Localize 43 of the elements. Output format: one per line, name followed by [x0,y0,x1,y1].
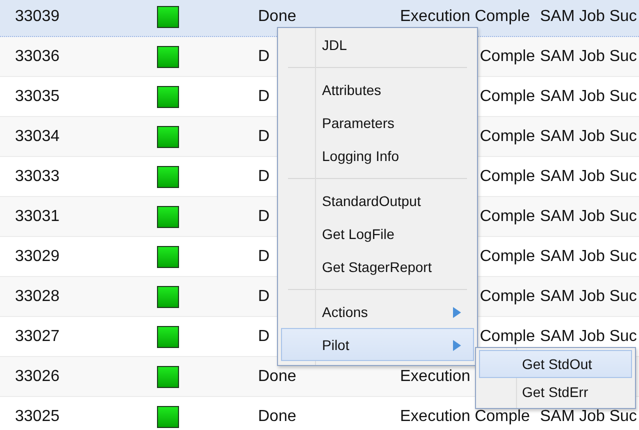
table-cell: SAM Job Suc [540,408,637,426]
table-cell: Execution [400,368,470,386]
table-cell: 33025 [15,408,60,426]
table-cell: D [258,328,270,346]
table-cell: 33036 [15,48,60,66]
table-cell: SAM Job Suc [540,328,637,346]
table-cell: Execution Comple [400,408,530,426]
table-cell: SAM Job Suc [540,208,637,226]
table-cell: 33029 [15,248,60,266]
table-cell: 33028 [15,288,60,306]
table-cell: D [258,128,270,146]
table-cell: Done [258,408,296,426]
table-cell: D [258,168,270,186]
table-cell: SAM Job Suc [540,128,637,146]
table-cell: Comple [480,48,535,66]
table-cell: 33033 [15,168,60,186]
table-cell: SAM Job Suc [540,8,637,26]
table-cell: Comple [480,208,535,226]
table-cell: Done [258,368,296,386]
table-cell: Comple [480,288,535,306]
table-cell: SAM Job Suc [540,88,637,106]
table-cell: SAM Job Suc [540,248,637,266]
table-cell: 33034 [15,128,60,146]
table-cell: D [258,208,270,226]
table-cell: Comple [480,128,535,146]
table-cell: 33026 [15,368,60,386]
table-cell: SAM Job Suc [540,168,637,186]
table-cell: 33035 [15,88,60,106]
table-cell: D [258,288,270,306]
table-cell: Comple [480,168,535,186]
table-cell: Comple [480,88,535,106]
table-cell: D [258,88,270,106]
table-cell: SAM Job Suc [540,48,637,66]
table-cell: 33027 [15,328,60,346]
table-cell: Comple [480,248,535,266]
table-cell: Execution Comple [400,8,530,26]
table-cell: SAM Job Suc [540,288,637,306]
table-cell: Comple [480,328,535,346]
table-cell: D [258,248,270,266]
table-cell: 33039 [15,8,60,26]
table-cell: Done [258,8,296,26]
table-cell: D [258,48,270,66]
table-cell: 33031 [15,208,60,226]
